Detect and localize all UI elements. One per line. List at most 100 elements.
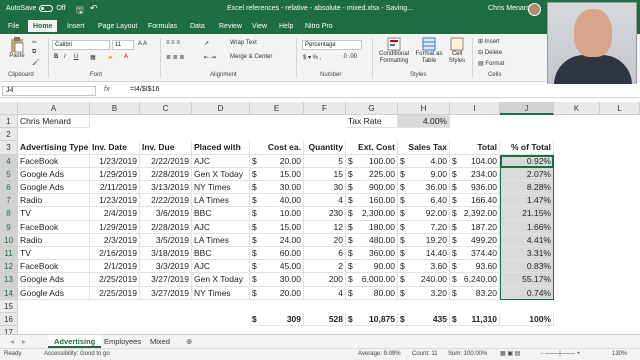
cell-g1[interactable]: Tax Rate bbox=[346, 115, 398, 129]
data-cell[interactable]: $3.20 bbox=[398, 286, 450, 300]
data-cell[interactable]: $374.40 bbox=[450, 247, 500, 261]
column-header[interactable]: B bbox=[90, 102, 140, 115]
header-cell[interactable]: % of Total bbox=[500, 141, 554, 155]
row-header[interactable]: 8 bbox=[0, 207, 18, 221]
column-header[interactable]: K bbox=[554, 102, 600, 115]
row-header[interactable]: 7 bbox=[0, 194, 18, 208]
italic-icon[interactable]: I bbox=[64, 54, 66, 60]
percent-cell[interactable]: 3.31% bbox=[500, 247, 554, 261]
fill-color-icon[interactable]: ▰ bbox=[108, 54, 113, 61]
insert-button[interactable]: ⊞ Insert bbox=[478, 38, 500, 45]
header-cell[interactable]: Total bbox=[450, 141, 500, 155]
total-cell[interactable]: $11,310 bbox=[450, 313, 500, 327]
data-cell[interactable]: Google Ads bbox=[18, 181, 90, 195]
data-cell[interactable]: $900.00 bbox=[346, 181, 398, 195]
data-cell[interactable]: Google Ads bbox=[18, 273, 90, 287]
data-cell[interactable]: $14.40 bbox=[398, 247, 450, 261]
data-cell[interactable]: Radio bbox=[18, 194, 90, 208]
data-cell[interactable]: $6,240.00 bbox=[450, 273, 500, 287]
data-cell[interactable]: NY Times bbox=[192, 181, 250, 195]
scroll-right-icon[interactable]: ▸ bbox=[16, 335, 32, 348]
data-cell[interactable]: AJC bbox=[192, 154, 250, 168]
wrap-text-button[interactable]: Wrap Text bbox=[230, 40, 257, 46]
data-cell[interactable]: 3/3/2019 bbox=[140, 260, 192, 274]
data-cell[interactable]: 2/28/2019 bbox=[140, 220, 192, 234]
data-cell[interactable]: $225.00 bbox=[346, 167, 398, 181]
tab-help[interactable]: Help bbox=[279, 20, 293, 34]
data-cell[interactable]: $90.00 bbox=[346, 260, 398, 274]
data-cell[interactable]: 1/29/2019 bbox=[90, 220, 140, 234]
grow-font-icon[interactable]: A A bbox=[138, 41, 147, 47]
data-cell[interactable]: 3/27/2019 bbox=[140, 273, 192, 287]
header-cell[interactable]: Ext. Cost bbox=[346, 141, 398, 155]
data-cell[interactable]: AJC bbox=[192, 260, 250, 274]
data-cell[interactable]: Gen X Today bbox=[192, 273, 250, 287]
data-cell[interactable]: TV bbox=[18, 207, 90, 221]
percent-cell[interactable]: 55.17% bbox=[500, 273, 554, 287]
data-cell[interactable]: $36.00 bbox=[398, 181, 450, 195]
view-normal-icon[interactable]: ▦ ▣ ▤ bbox=[500, 349, 520, 360]
tab-formulas[interactable]: Formulas bbox=[148, 20, 177, 34]
header-cell[interactable]: Quantity bbox=[304, 141, 346, 155]
tab-view[interactable]: View bbox=[252, 20, 267, 34]
data-cell[interactable]: $20.00 bbox=[250, 154, 304, 168]
data-cell[interactable]: 3/18/2019 bbox=[140, 247, 192, 261]
data-cell[interactable]: 6 bbox=[304, 247, 346, 261]
data-cell[interactable]: LA Times bbox=[192, 233, 250, 247]
data-cell[interactable]: Google Ads bbox=[18, 167, 90, 181]
column-header[interactable]: G bbox=[346, 102, 398, 115]
column-header[interactable]: J bbox=[500, 102, 554, 115]
total-cell[interactable]: $309 bbox=[250, 313, 304, 327]
row-header[interactable]: 9 bbox=[0, 220, 18, 234]
row-header[interactable]: 14 bbox=[0, 286, 18, 300]
row-header[interactable]: 16 bbox=[0, 313, 18, 327]
row-header[interactable]: 6 bbox=[0, 181, 18, 195]
percent-cell[interactable]: 0.83% bbox=[500, 260, 554, 274]
data-cell[interactable]: $93.60 bbox=[450, 260, 500, 274]
column-header[interactable]: I bbox=[450, 102, 500, 115]
tab-insert[interactable]: Insert bbox=[67, 20, 85, 34]
data-cell[interactable]: 20 bbox=[304, 233, 346, 247]
avatar[interactable] bbox=[528, 3, 541, 16]
data-cell[interactable]: Gen X Today bbox=[192, 167, 250, 181]
row-header[interactable]: 3 bbox=[0, 141, 18, 155]
column-header[interactable]: D bbox=[192, 102, 250, 115]
data-cell[interactable]: 2/1/2019 bbox=[90, 260, 140, 274]
data-cell[interactable]: 2 bbox=[304, 260, 346, 274]
sheet-tab-employees[interactable]: Employees bbox=[98, 335, 147, 348]
row-header[interactable]: 2 bbox=[0, 128, 18, 142]
data-cell[interactable]: BBC bbox=[192, 207, 250, 221]
data-cell[interactable]: $240.00 bbox=[398, 273, 450, 287]
decimal-icon[interactable]: .0 .00 bbox=[342, 54, 357, 60]
data-cell[interactable]: 2/25/2019 bbox=[90, 273, 140, 287]
bold-icon[interactable]: B bbox=[54, 54, 58, 60]
data-cell[interactable]: $2,392.00 bbox=[450, 207, 500, 221]
header-cell[interactable]: Advertising Type bbox=[18, 141, 90, 155]
data-cell[interactable]: Google Ads bbox=[18, 286, 90, 300]
data-cell[interactable]: $499.20 bbox=[450, 233, 500, 247]
data-cell[interactable]: FaceBook bbox=[18, 154, 90, 168]
data-cell[interactable]: 2/25/2019 bbox=[90, 286, 140, 300]
tab-page-layout[interactable]: Page Layout bbox=[98, 20, 137, 34]
name-box[interactable]: J4 bbox=[2, 86, 96, 96]
conditional-formatting-button[interactable]: Conditional Formatting bbox=[376, 37, 412, 65]
data-cell[interactable]: $45.00 bbox=[250, 260, 304, 274]
sheet-tab-advertising[interactable]: Advertising bbox=[48, 335, 102, 348]
data-cell[interactable]: FaceBook bbox=[18, 220, 90, 234]
data-cell[interactable]: $936.00 bbox=[450, 181, 500, 195]
font-name-dropdown[interactable]: Calibri bbox=[52, 40, 110, 50]
data-cell[interactable]: 4 bbox=[304, 286, 346, 300]
data-cell[interactable]: $60.00 bbox=[250, 247, 304, 261]
data-cell[interactable]: $30.00 bbox=[250, 181, 304, 195]
data-cell[interactable]: $180.00 bbox=[346, 220, 398, 234]
percent-cell[interactable]: 0.92% bbox=[500, 154, 554, 168]
format-button[interactable]: ▤ Format bbox=[478, 60, 504, 67]
percent-cell[interactable]: 0.74% bbox=[500, 286, 554, 300]
merge-center-button[interactable]: Merge & Center bbox=[230, 54, 272, 60]
data-cell[interactable]: $20.00 bbox=[250, 286, 304, 300]
data-cell[interactable]: $3.60 bbox=[398, 260, 450, 274]
header-cell[interactable]: Sales Tax bbox=[398, 141, 450, 155]
data-cell[interactable]: $6,000.00 bbox=[346, 273, 398, 287]
formula-input[interactable]: =I4/$I$16 bbox=[130, 86, 159, 93]
user-name[interactable]: Chris Menard bbox=[488, 5, 530, 12]
